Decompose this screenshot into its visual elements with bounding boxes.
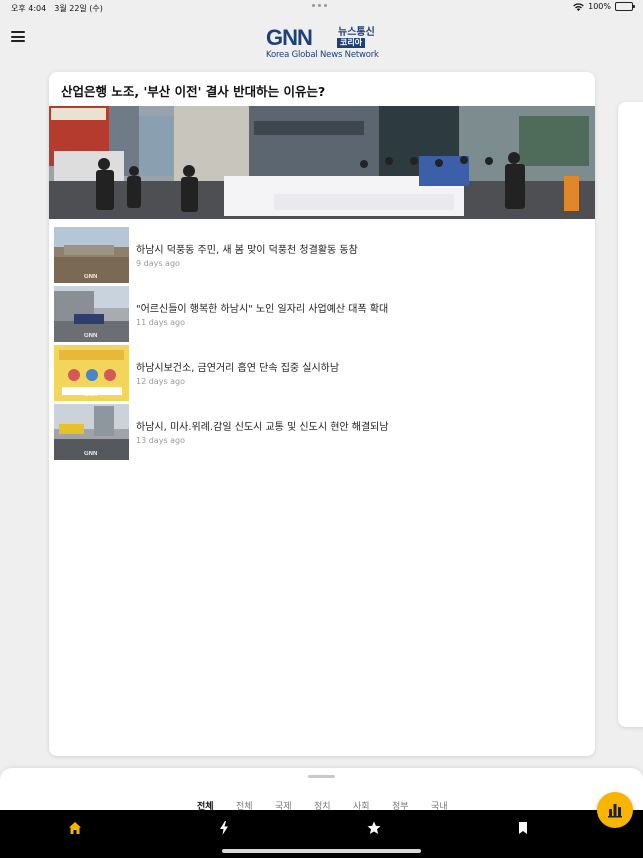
lightning-icon: [220, 821, 228, 835]
home-icon: [69, 822, 81, 834]
article-time: 13 days ago: [136, 436, 186, 445]
thumbnail-watermark: GNN: [84, 333, 98, 339]
article-thumbnail: GNN: [54, 227, 129, 283]
logo-tagline: Korea Global News Network: [266, 50, 379, 60]
status-bar: 오후 4:04 3월 22일 (수) 100%: [0, 0, 643, 16]
article-title: "어르신들이 행복한 하남시" 노인 일자리 사업예산 대폭 확대: [136, 304, 389, 315]
protest-photo: [49, 106, 595, 219]
logo-gnn-text: GNN: [266, 25, 313, 50]
menu-line: [11, 31, 25, 33]
status-left: 오후 4:04 3월 22일 (수): [11, 3, 103, 14]
battery-icon: [615, 2, 635, 11]
hamburger-menu-button[interactable]: [11, 31, 25, 42]
home-indicator[interactable]: [222, 849, 421, 853]
thumbnail-watermark: GNN: [84, 451, 98, 457]
article-list: GNN 하남시 덕풍동 주민, 새 봄 맞이 덕풍천 청결활동 동참 9 day…: [54, 227, 590, 463]
wifi-icon: [573, 2, 584, 11]
multitasking-dots[interactable]: [312, 4, 327, 7]
list-item[interactable]: GNN "어르신들이 행복한 하남시" 노인 일자리 사업예산 대폭 확대 11…: [54, 286, 590, 345]
article-time: 9 days ago: [136, 259, 180, 268]
article-title: 하남시, 미사.위례.감일 신도시 교통 및 신도시 현안 해결되남: [136, 422, 389, 433]
status-time: 오후 4:04: [11, 4, 47, 13]
thumbnail-watermark: GNN: [84, 392, 98, 398]
logo-korea-text: 코리아: [337, 38, 366, 48]
article-thumbnail: GNN: [54, 286, 129, 342]
featured-image[interactable]: [49, 106, 595, 219]
thumbnail-watermark: GNN: [84, 274, 98, 280]
list-item[interactable]: GNN 하남시, 미사.위례.감일 신도시 교통 및 신도시 현안 해결되남 1…: [54, 404, 590, 463]
article-time: 11 days ago: [136, 318, 186, 327]
list-item[interactable]: GNN 하남시 덕풍동 주민, 새 봄 맞이 덕풍천 청결활동 동참 9 day…: [54, 227, 590, 286]
bar-chart-icon: [608, 804, 622, 818]
tab-bookmarks[interactable]: [515, 820, 531, 836]
list-item[interactable]: GNN 하남시보건소, 금연거리 흡연 단속 집중 실시하남 12 days a…: [54, 345, 590, 404]
sheet-drag-handle[interactable]: [308, 775, 335, 778]
menu-line: [11, 35, 25, 38]
gnn-logo[interactable]: GNN 뉴스통신 코리아 Korea Global News Network: [265, 27, 380, 63]
dot: [324, 4, 327, 7]
status-right: 100%: [573, 2, 635, 11]
dot: [312, 4, 315, 7]
tab-favorites[interactable]: [366, 820, 382, 836]
bookmark-icon: [519, 822, 527, 834]
status-date: 3월 22일 (수): [54, 4, 103, 13]
article-title: 하남시보건소, 금연거리 흡연 단속 집중 실시하남: [136, 363, 340, 374]
battery-percent: 100%: [588, 2, 611, 11]
article-time: 12 days ago: [136, 377, 186, 386]
menu-line: [11, 40, 25, 42]
tab-flash[interactable]: [216, 820, 232, 836]
article-thumbnail: GNN: [54, 345, 129, 401]
dot: [318, 4, 321, 7]
article-title: 하남시 덕풍동 주민, 새 봄 맞이 덕풍천 청결활동 동참: [136, 245, 358, 256]
next-card-peek[interactable]: [618, 102, 643, 727]
bottom-tab-bar: [0, 810, 643, 858]
featured-title[interactable]: 산업은행 노조, '부산 이전' 결사 반대하는 이유는?: [61, 81, 325, 100]
article-thumbnail: GNN: [54, 404, 129, 460]
stats-fab-button[interactable]: [597, 792, 633, 828]
featured-news-card: 산업은행 노조, '부산 이전' 결사 반대하는 이유는? GNN 하남시 덕풍…: [49, 72, 595, 756]
tab-home[interactable]: [67, 820, 83, 836]
star-icon: [367, 821, 381, 834]
logo-news-text: 뉴스통신: [338, 27, 375, 38]
